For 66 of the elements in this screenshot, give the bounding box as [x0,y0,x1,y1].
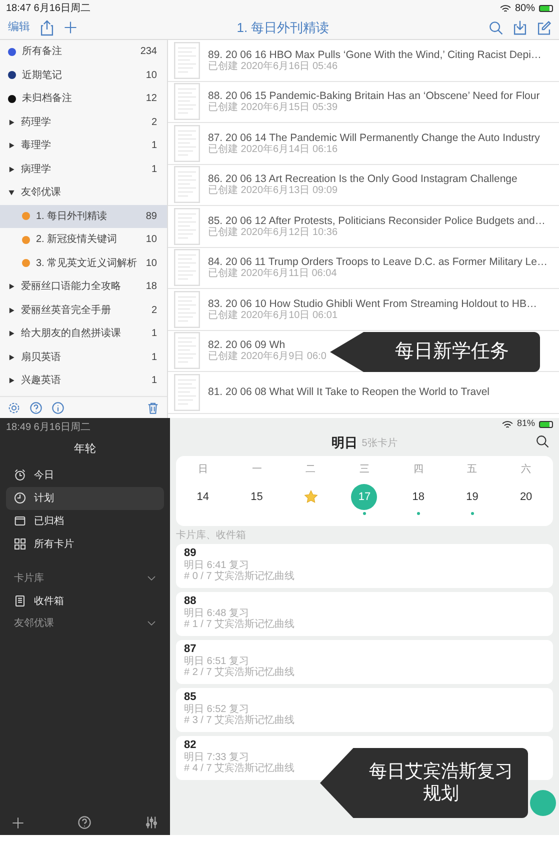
weekday-label: 四 [412,463,424,477]
note-title: 84. 20 06 11 Trump Orders Troops to Leave D.C. as Former Military Le… [208,256,548,268]
note-title: 83. 20 06 10 How Studio Ghibli Went From Streaming Holdout to HB… [208,298,537,310]
app-title: 年轮 [73,442,97,457]
item-count: 1 [151,350,157,365]
breadcrumb: 卡片库、收件箱 [176,528,247,542]
review-time: 明日 6:51 复习 [184,656,250,667]
card-title: 82 [184,739,196,752]
weekday-label: 日 [196,463,209,477]
item-count: 10 [146,256,157,271]
page-title: 明日 [332,434,358,452]
review-stage: # 2 / 7 艾宾浩斯记忆曲线 [184,667,295,679]
item-count: 234 [140,45,157,60]
item-count: 1 [151,374,157,388]
card-title: 87 [184,643,196,656]
callout-tooltip: 每日新学任务 [330,332,540,372]
weekday-label: 三 [358,463,370,477]
review-stage: # 3 / 7 艾宾浩斯记忆曲线 [184,715,295,727]
note-date: 已创建 2020年6月16日 05:46 [208,60,339,72]
weekday-label: 五 [466,463,478,477]
note-title: 82. 20 06 09 Wh [208,339,286,352]
card-title: 89 [184,547,196,560]
item-count: 2 [151,116,157,130]
note-date: 已创建 2020年6月10日 06:01 [208,310,339,321]
note-date: 已创建 2020年6月9日 06:0 [208,351,326,362]
card-title: 88 [184,595,196,608]
item-count: 12 [146,92,157,106]
status-time: 18:47 6月16日周二 [6,2,90,16]
review-stage: # 1 / 7 艾宾浩斯记忆曲线 [184,619,295,631]
note-title: 86. 20 06 13 Art Recreation Is the Only Good Instagram Challenge [208,173,518,186]
card-count: 5张卡片 [362,436,398,450]
review-time: 明日 6:52 复习 [184,704,250,715]
note-date: 已创建 2020年6月13日 09:09 [208,185,339,196]
card-title: 85 [184,691,196,704]
item-count: 1 [151,162,157,177]
note-title: 88. 20 06 15 Pandemic-Baking Britain Has an ‘Obscene’ Need for Flour [208,90,540,102]
note-title: 85. 20 06 12 After Protests, Politicians Reconsider Police Budgets and… [208,214,546,227]
note-date: 已创建 2020年6月15日 05:39 [208,102,339,114]
section-header: 卡片库 [14,572,44,586]
status-time: 18:49 6月16日周二 [6,421,92,435]
item-count: 1 [151,139,157,154]
item-count: 2 [151,304,157,318]
note-date: 已创建 2020年6月11日 06:04 [208,268,338,280]
note-title: 89. 20 06 16 HBO Max Pulls ‘Gone With the Wind,’ Citing Racist Depi… [208,48,542,61]
weekday-label: 一 [250,463,263,477]
weekday-label: 二 [304,463,317,477]
section-header: 友邻优课 [14,617,54,631]
battery-percent: 81% [516,417,535,430]
battery-percent: 80% [514,2,535,16]
note-date: 已创建 2020年6月12日 10:36 [208,226,339,238]
item-count: 18 [146,280,157,294]
window-title: 1. 每日外刊精读 [236,18,330,37]
note-date: 已创建 2020年6月14日 06:16 [208,144,339,155]
review-stage: # 4 / 7 艾宾浩斯记忆曲线 [184,763,295,775]
review-stage: # 0 / 7 艾宾浩斯记忆曲线 [184,571,295,583]
note-title: 81. 20 06 08 What Will It Take to Reopen the World to Travel [208,386,490,398]
review-time: 明日 6:41 复习 [184,560,250,571]
review-time: 明日 6:48 复习 [184,608,250,619]
note-title: 87. 20 06 14 The Pandemic Will Permanently Change the Auto Industry [208,132,540,144]
callout-tooltip: 每日艾宾浩斯复习规划 [320,748,528,818]
item-count: 1 [151,327,157,342]
review-time: 明日 7:33 复习 [184,752,250,763]
item-count: 10 [146,233,157,248]
weekday-label: 六 [520,462,532,477]
item-count: 10 [146,68,157,83]
item-count: 89 [146,210,157,224]
